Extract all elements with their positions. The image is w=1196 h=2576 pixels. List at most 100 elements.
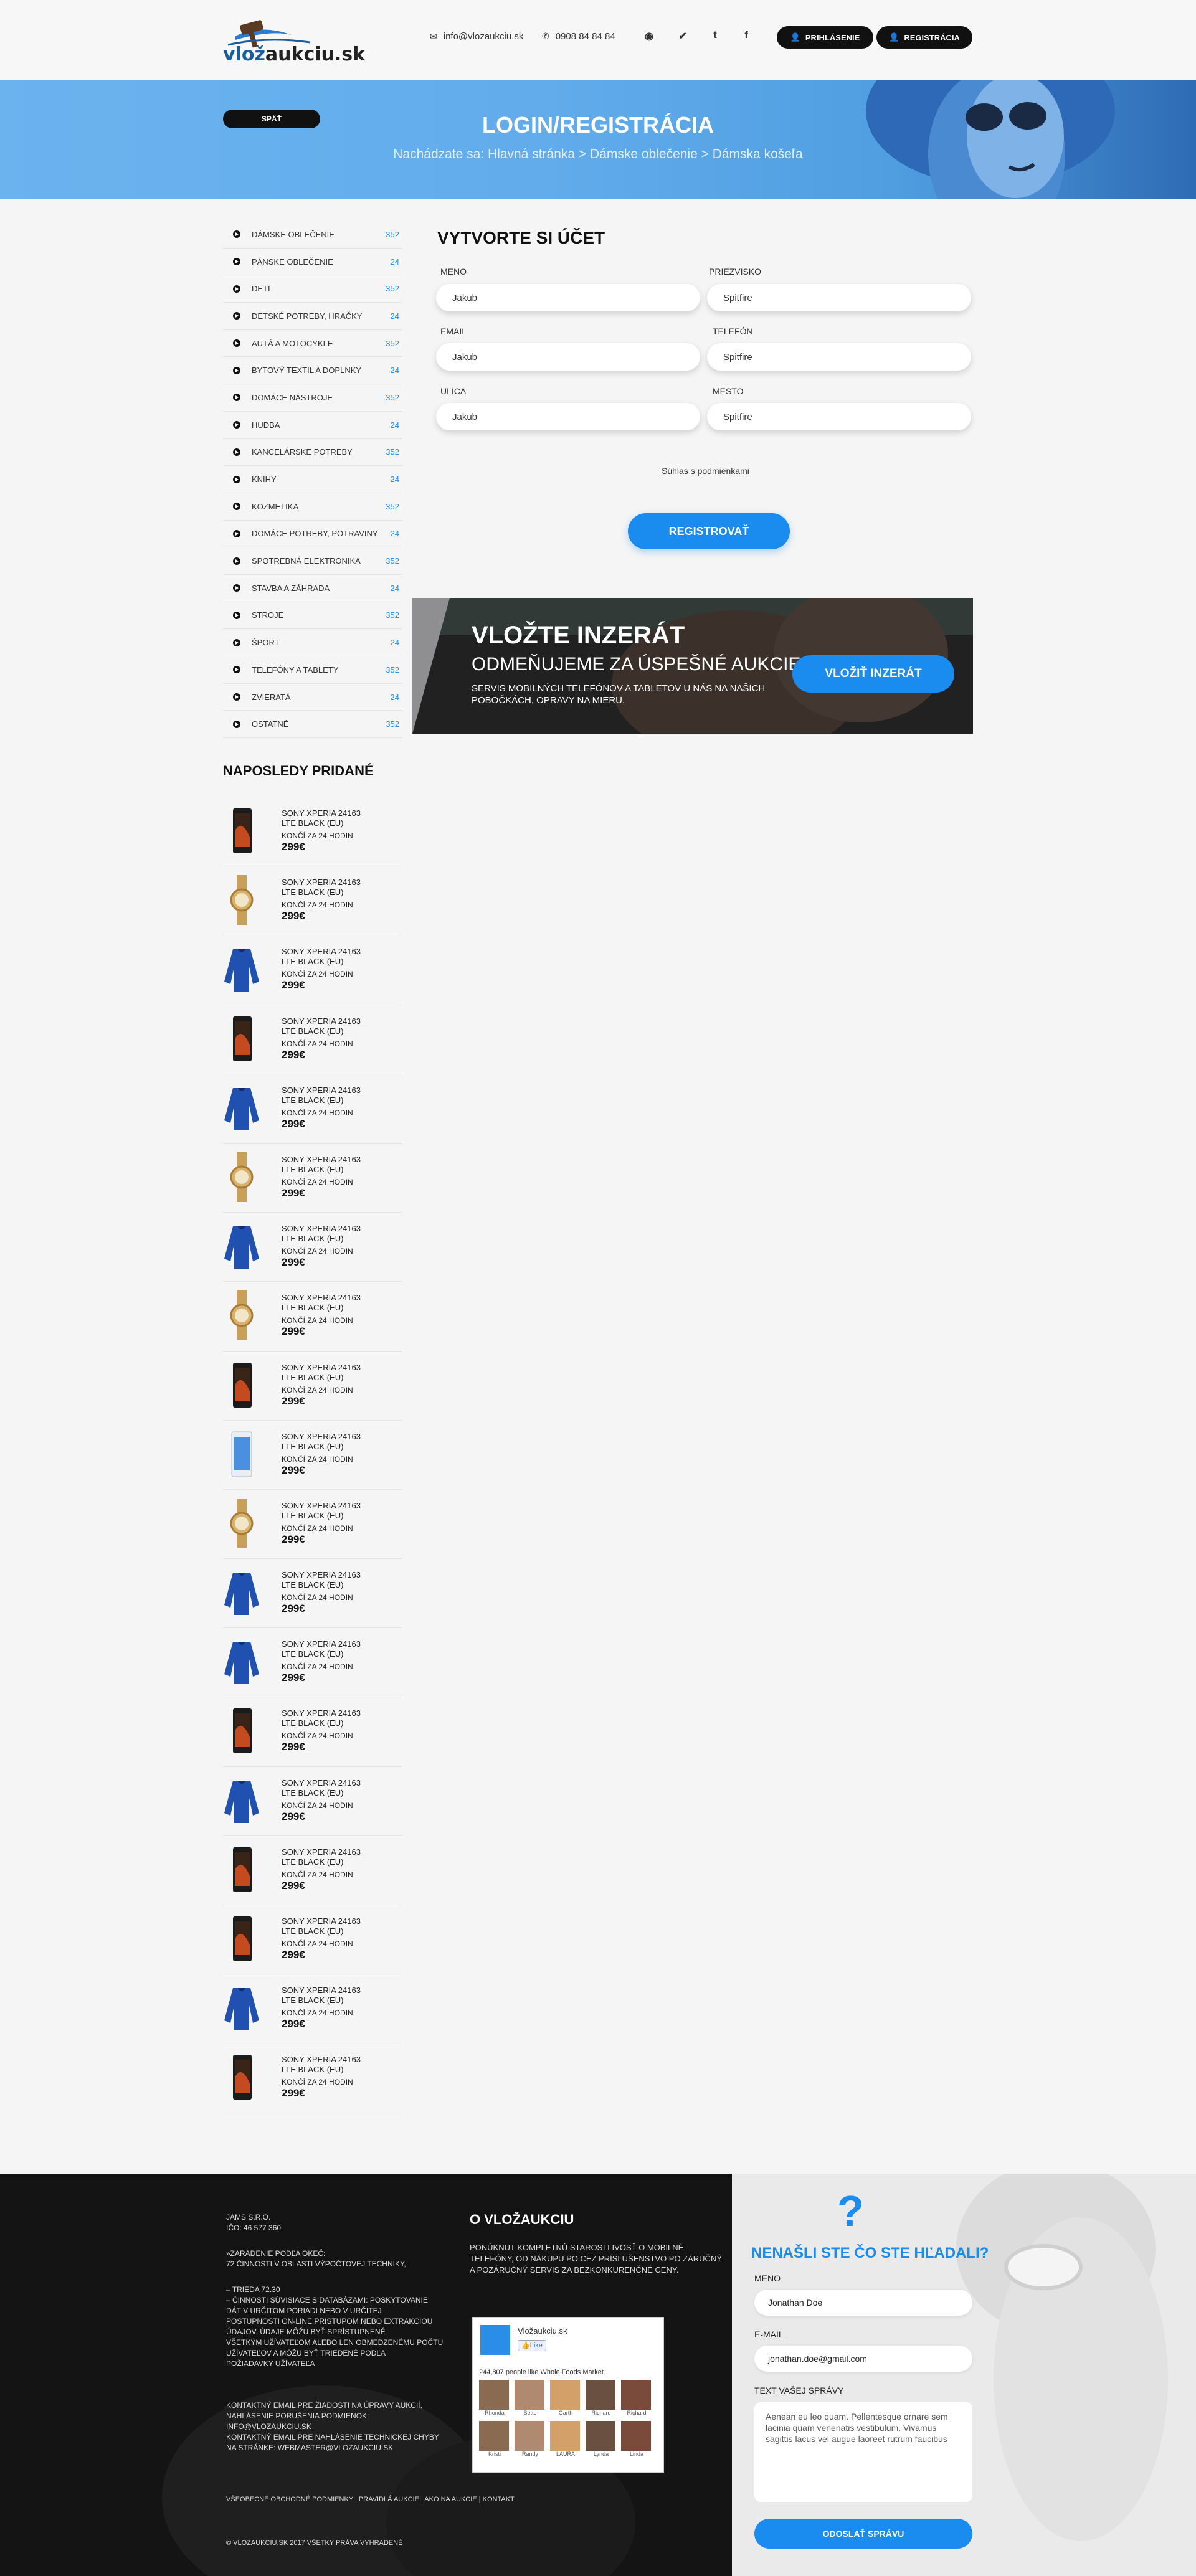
recent-item[interactable]: SONY XPERIA 24163 LTE BLACK (EU) KONČÍ ZA… bbox=[223, 935, 402, 1005]
category-item[interactable]: DOMÁCE NÁSTROJE 352 bbox=[223, 384, 402, 412]
product-name[interactable]: SONY XPERIA 24163 LTE BLACK (EU) bbox=[282, 808, 363, 828]
product-name[interactable]: SONY XPERIA 24163 LTE BLACK (EU) bbox=[282, 1501, 363, 1521]
category-item[interactable]: DÁMSKE OBLEČENIE 352 bbox=[223, 221, 402, 249]
category-item[interactable]: STROJE 352 bbox=[223, 602, 402, 630]
product-name[interactable]: SONY XPERIA 24163 LTE BLACK (EU) bbox=[282, 1570, 363, 1590]
last-name-input[interactable]: Spitfire bbox=[707, 284, 971, 311]
product-name[interactable]: SONY XPERIA 24163 LTE BLACK (EU) bbox=[282, 2055, 363, 2075]
recent-item[interactable]: SONY XPERIA 24163 LTE BLACK (EU) KONČÍ ZA… bbox=[223, 1767, 402, 1836]
product-name[interactable]: SONY XPERIA 24163 LTE BLACK (EU) bbox=[282, 1432, 363, 1452]
contact-name-input[interactable]: Jonathan Doe bbox=[754, 2290, 972, 2316]
recent-item[interactable]: SONY XPERIA 24163 LTE BLACK (EU) KONČÍ ZA… bbox=[223, 1421, 402, 1490]
webmaster-email-link[interactable]: NA STRÁNKE: WEBMASTER@VLOZAUKCIU.SK bbox=[226, 2443, 463, 2453]
recent-item[interactable]: SONY XPERIA 24163 LTE BLACK (EU) KONČÍ ZA… bbox=[223, 1628, 402, 1698]
category-item[interactable]: TELEFÓNY A TABLETY 352 bbox=[223, 656, 402, 684]
category-item[interactable]: AUTÁ A MOTOCYKLE 352 bbox=[223, 330, 402, 358]
rss-icon[interactable]: ◉ bbox=[643, 30, 655, 42]
product-name[interactable]: SONY XPERIA 24163 LTE BLACK (EU) bbox=[282, 1293, 363, 1313]
category-item[interactable]: STAVBA A ZÁHRADA 24 bbox=[223, 575, 402, 602]
product-name[interactable]: SONY XPERIA 24163 LTE BLACK (EU) bbox=[282, 878, 363, 897]
breadcrumb[interactable]: Nachádzate sa: Hlavná stránka > Dámske o… bbox=[0, 147, 1196, 162]
recent-item[interactable]: SONY XPERIA 24163 LTE BLACK (EU) KONČÍ ZA… bbox=[223, 1905, 402, 1975]
category-item[interactable]: KANCELÁRSKE POTREBY 352 bbox=[223, 439, 402, 466]
recent-item[interactable]: SONY XPERIA 24163 LTE BLACK (EU) KONČÍ ZA… bbox=[223, 797, 402, 867]
product-name[interactable]: SONY XPERIA 24163 LTE BLACK (EU) bbox=[282, 1847, 363, 1867]
contact-message-textarea[interactable]: Aenean eu leo quam. Pellentesque ornare … bbox=[754, 2402, 972, 2502]
recent-item[interactable]: SONY XPERIA 24163 LTE BLACK (EU) KONČÍ ZA… bbox=[223, 1213, 402, 1282]
product-name[interactable]: SONY XPERIA 24163 LTE BLACK (EU) bbox=[282, 1778, 363, 1798]
recent-item[interactable]: SONY XPERIA 24163 LTE BLACK (EU) KONČÍ ZA… bbox=[223, 1697, 402, 1767]
product-thumbnail[interactable] bbox=[223, 1983, 260, 2033]
info-email-link[interactable]: INFO@VLOZAUKCIU.SK bbox=[226, 2422, 463, 2432]
category-item[interactable]: DETI 352 bbox=[223, 275, 402, 303]
product-name[interactable]: SONY XPERIA 24163 LTE BLACK (EU) bbox=[282, 1708, 363, 1728]
product-thumbnail[interactable] bbox=[223, 1845, 260, 1895]
product-thumbnail[interactable] bbox=[223, 1498, 260, 1548]
send-message-button[interactable]: ODOSLAŤ SPRÁVU bbox=[754, 2519, 972, 2549]
recent-item[interactable]: SONY XPERIA 24163 LTE BLACK (EU) KONČÍ ZA… bbox=[223, 866, 402, 936]
recent-item[interactable]: SONY XPERIA 24163 LTE BLACK (EU) KONČÍ ZA… bbox=[223, 1352, 402, 1421]
register-button[interactable]: 👤 REGISTRÁCIA bbox=[876, 26, 972, 49]
fb-like-button[interactable]: 👍Like bbox=[518, 2340, 546, 2351]
fb-person[interactable]: Kristi bbox=[479, 2421, 510, 2457]
product-thumbnail[interactable] bbox=[223, 1014, 260, 1064]
fb-person[interactable]: Richard bbox=[621, 2380, 652, 2416]
product-thumbnail[interactable] bbox=[223, 2052, 260, 2102]
product-thumbnail[interactable] bbox=[223, 1568, 260, 1617]
product-name[interactable]: SONY XPERIA 24163 LTE BLACK (EU) bbox=[282, 1016, 363, 1036]
recent-item[interactable]: SONY XPERIA 24163 LTE BLACK (EU) KONČÍ ZA… bbox=[223, 1836, 402, 1905]
fb-person[interactable]: Rhonda bbox=[479, 2380, 510, 2416]
city-input[interactable]: Spitfire bbox=[707, 403, 971, 430]
contact-email-input[interactable]: jonathan.doe@gmail.com bbox=[754, 2346, 972, 2372]
category-item[interactable]: KNIHY 24 bbox=[223, 466, 402, 493]
product-thumbnail[interactable] bbox=[223, 1221, 260, 1271]
product-name[interactable]: SONY XPERIA 24163 LTE BLACK (EU) bbox=[282, 947, 363, 967]
header-phone[interactable]: ✆ 0908 84 84 84 bbox=[542, 31, 615, 42]
login-button[interactable]: 👤 PRIHLÁSENIE bbox=[777, 26, 873, 49]
recent-item[interactable]: SONY XPERIA 24163 LTE BLACK (EU) KONČÍ ZA… bbox=[223, 1144, 402, 1213]
header-email[interactable]: ✉ info@vlozaukciu.sk bbox=[430, 31, 523, 42]
footer-links[interactable]: VŠEOBECNÉ OBCHODNÉ PODMIENKY | PRAVIDLÁ … bbox=[226, 2494, 515, 2505]
post-ad-button[interactable]: VLOŽIŤ INZERÁT bbox=[792, 655, 954, 693]
recent-item[interactable]: SONY XPERIA 24163 LTE BLACK (EU) KONČÍ ZA… bbox=[223, 1074, 402, 1144]
product-thumbnail[interactable] bbox=[223, 1637, 260, 1687]
terms-agree-link[interactable]: Súhlas s podmienkami bbox=[662, 466, 749, 476]
facebook-widget[interactable]: Vložaukciu.sk 👍Like 244,807 people like … bbox=[472, 2317, 664, 2473]
site-logo[interactable]: vložaukciu.sk bbox=[223, 17, 365, 67]
submit-register-button[interactable]: REGISTROVAŤ bbox=[628, 513, 790, 549]
category-item[interactable]: BYTOVÝ TEXTIL A DOPLNKY 24 bbox=[223, 357, 402, 385]
category-item[interactable]: ZVIERATÁ 24 bbox=[223, 684, 402, 711]
fb-person[interactable]: Linda bbox=[621, 2421, 652, 2457]
product-name[interactable]: SONY XPERIA 24163 LTE BLACK (EU) bbox=[282, 1224, 363, 1244]
fb-person[interactable]: Bette bbox=[515, 2380, 546, 2416]
category-item[interactable]: SPOTREBNÁ ELEKTRONIKA 352 bbox=[223, 547, 402, 575]
recent-item[interactable]: SONY XPERIA 24163 LTE BLACK (EU) KONČÍ ZA… bbox=[223, 1005, 402, 1074]
category-item[interactable]: DETSKÉ POTREBY, HRAČKY 24 bbox=[223, 303, 402, 330]
product-thumbnail[interactable] bbox=[223, 944, 260, 994]
product-name[interactable]: SONY XPERIA 24163 LTE BLACK (EU) bbox=[282, 1155, 363, 1175]
recent-item[interactable]: SONY XPERIA 24163 LTE BLACK (EU) KONČÍ ZA… bbox=[223, 1559, 402, 1629]
phone-input[interactable]: Spitfire bbox=[707, 343, 971, 371]
fb-person[interactable]: Garth bbox=[550, 2380, 581, 2416]
street-input[interactable]: Jakub bbox=[436, 403, 700, 430]
category-item[interactable]: ŠPORT 24 bbox=[223, 629, 402, 656]
product-thumbnail[interactable] bbox=[223, 1776, 260, 1825]
fb-person[interactable]: LAURA bbox=[550, 2421, 581, 2457]
tumblr-icon[interactable]: t bbox=[709, 30, 721, 42]
product-name[interactable]: SONY XPERIA 24163 LTE BLACK (EU) bbox=[282, 1916, 363, 1936]
product-thumbnail[interactable] bbox=[223, 1152, 260, 1202]
first-name-input[interactable]: Jakub bbox=[436, 284, 700, 311]
product-thumbnail[interactable] bbox=[223, 1083, 260, 1133]
category-item[interactable]: PÁNSKE OBLEČENIE 24 bbox=[223, 249, 402, 276]
fb-person[interactable]: Richard bbox=[586, 2380, 617, 2416]
email-input[interactable]: Jakub bbox=[436, 343, 700, 371]
recent-item[interactable]: SONY XPERIA 24163 LTE BLACK (EU) KONČÍ ZA… bbox=[223, 1490, 402, 1560]
product-thumbnail[interactable] bbox=[223, 1706, 260, 1756]
product-thumbnail[interactable] bbox=[223, 875, 260, 926]
category-item[interactable]: DOMÁCE POTREBY, POTRAVINY 24 bbox=[223, 521, 402, 548]
facebook-icon[interactable]: f bbox=[740, 30, 752, 42]
product-thumbnail[interactable] bbox=[223, 806, 260, 856]
fb-person[interactable]: Randy bbox=[515, 2421, 546, 2457]
product-thumbnail[interactable] bbox=[223, 1429, 260, 1479]
recent-item[interactable]: SONY XPERIA 24163 LTE BLACK (EU) KONČÍ ZA… bbox=[223, 1282, 402, 1352]
